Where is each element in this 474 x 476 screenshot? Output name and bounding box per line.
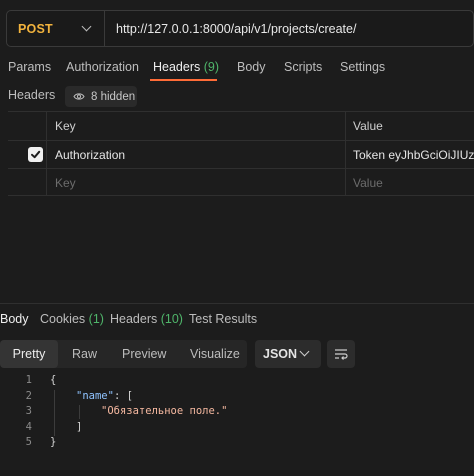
line-number: 3: [25, 405, 32, 417]
tab-label: Body: [0, 312, 29, 326]
view-raw[interactable]: Raw: [72, 340, 97, 368]
json-key: "name": [76, 390, 114, 402]
column-header-key: Key: [55, 119, 76, 133]
format-label: JSON: [263, 347, 298, 361]
code-line-3: "Обязательное поле.": [101, 405, 227, 417]
tab-label: Settings: [340, 60, 386, 74]
header-key-input[interactable]: Authorization: [55, 148, 125, 162]
header-value-input[interactable]: Token eyJhbGciOiJIUzI1: [353, 148, 474, 162]
tab-label: Test Results: [189, 312, 258, 326]
view-mode-selector: Pretty Raw Preview Visualize: [0, 340, 247, 368]
view-visualize[interactable]: Visualize: [190, 340, 240, 368]
chevron-down-icon: [299, 346, 310, 357]
indent-guide: [79, 405, 80, 419]
json-bracket: ]: [76, 421, 83, 433]
method-selector[interactable]: POST: [7, 11, 105, 46]
format-dropdown[interactable]: JSON: [255, 340, 321, 368]
tab-scripts[interactable]: Scripts: [284, 60, 322, 74]
tab-label: Authorization: [66, 60, 139, 74]
line-number: 1: [25, 374, 32, 386]
json-brace: {: [50, 374, 57, 386]
tab-count: (1): [88, 312, 104, 326]
active-tab-indicator: [150, 79, 217, 81]
check-icon: [31, 150, 41, 159]
tab-authorization[interactable]: Authorization: [66, 60, 139, 74]
hidden-headers-toggle[interactable]: 8 hidden: [65, 86, 137, 107]
view-label: Preview: [122, 347, 167, 361]
wrap-lines-button[interactable]: [327, 340, 355, 368]
pane-divider[interactable]: [0, 303, 474, 304]
method-label: POST: [18, 21, 53, 36]
view-pretty[interactable]: Pretty: [0, 340, 58, 368]
json-punct: : [: [113, 390, 133, 402]
response-tab-cookies[interactable]: Cookies (1): [40, 312, 104, 326]
tab-count: (9): [203, 60, 220, 74]
json-string: "Обязательное поле.": [101, 405, 228, 417]
code-line-4: ]: [76, 421, 82, 433]
tab-count: (10): [160, 312, 183, 326]
headers-label: Headers: [8, 88, 56, 102]
tab-label: Params: [8, 60, 52, 74]
line-number: 4: [25, 421, 32, 433]
tab-body[interactable]: Body: [237, 60, 266, 74]
view-label: Visualize: [190, 347, 240, 361]
table-header-row: Key Value: [8, 112, 474, 140]
headers-table: Key Value Authorization Token eyJhbGciOi…: [8, 111, 474, 196]
tab-label: Body: [237, 60, 266, 74]
response-tab-headers[interactable]: Headers (10): [110, 312, 183, 326]
tab-label: Headers: [153, 60, 201, 74]
response-tab-body[interactable]: Body: [0, 312, 29, 326]
header-enabled-checkbox[interactable]: [28, 147, 43, 162]
tab-label: Scripts: [284, 60, 323, 74]
url-bar: POST http://127.0.0.1:8000/api/v1/projec…: [6, 10, 474, 47]
json-brace: }: [50, 436, 57, 448]
url-input[interactable]: http://127.0.0.1:8000/api/v1/projects/cr…: [105, 22, 356, 36]
hidden-headers-count: 8 hidden: [91, 90, 136, 103]
line-number: 2: [25, 390, 32, 402]
wrap-lines-icon: [335, 349, 348, 360]
tab-label: Headers: [110, 312, 158, 326]
line-number: 5: [25, 436, 32, 448]
view-label: Pretty: [12, 347, 46, 361]
tab-headers[interactable]: Headers (9): [153, 60, 219, 74]
headers-subbar: Headers 8 hidden: [8, 86, 137, 107]
code-line-5: }: [50, 436, 56, 448]
eye-icon: [73, 93, 85, 100]
chevron-down-icon: [81, 21, 92, 32]
new-value-input[interactable]: Value: [353, 176, 383, 190]
table-row-empty: Key Value: [8, 168, 474, 196]
column-header-value: Value: [353, 119, 383, 133]
tab-settings[interactable]: Settings: [340, 60, 385, 74]
tab-label: Cookies: [40, 312, 86, 326]
view-preview[interactable]: Preview: [122, 340, 166, 368]
code-line-2: "name": [: [76, 390, 133, 402]
response-tab-test-results[interactable]: Test Results: [189, 312, 257, 326]
view-label: Raw: [72, 347, 98, 361]
tab-params[interactable]: Params: [8, 60, 51, 74]
new-key-input[interactable]: Key: [55, 176, 76, 190]
indent-guide: [54, 390, 55, 436]
table-row: Authorization Token eyJhbGciOiJIUzI1: [8, 140, 474, 168]
code-line-1: {: [50, 374, 56, 386]
